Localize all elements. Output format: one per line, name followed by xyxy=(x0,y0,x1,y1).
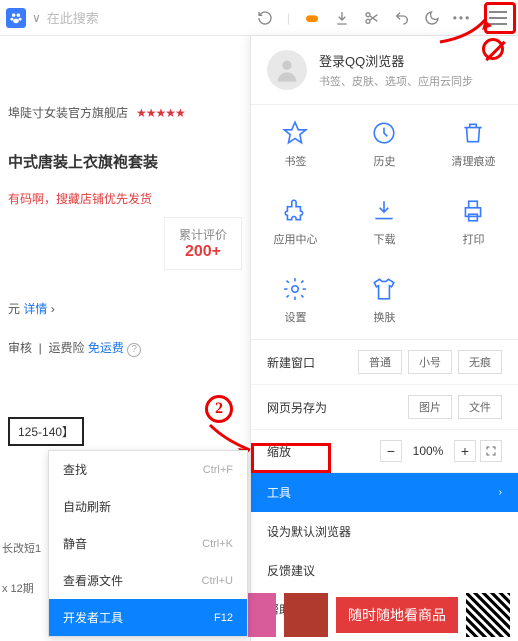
metric-label: 累计评价 xyxy=(179,226,227,243)
login-row[interactable]: 登录QQ浏览器 书签、皮肤、选项、应用云同步 xyxy=(251,36,518,105)
new-window-label: 新建窗口 xyxy=(267,354,315,371)
star-icon xyxy=(281,119,309,147)
detail-link[interactable]: 详情 xyxy=(23,302,47,316)
chevron-right-icon: › xyxy=(499,487,502,498)
feedback-menu-item[interactable]: 反馈建议 xyxy=(251,551,518,590)
new-window-row: 新建窗口 普通 小号 无痕 xyxy=(251,340,518,385)
more-icon[interactable]: ••• xyxy=(454,10,470,26)
hamburger-menu-button[interactable] xyxy=(484,4,512,32)
menu-icon-grid: 书签 历史 清理痕迹 应用中心 下载 打印 设置 换肤 xyxy=(251,105,518,340)
clock-icon xyxy=(370,119,398,147)
tools-submenu: 查找Ctrl+F 自动刷新 静音Ctrl+K 查看源文件Ctrl+U 开发者工具… xyxy=(48,450,248,637)
moon-icon[interactable] xyxy=(424,10,440,26)
zoom-out-button[interactable]: − xyxy=(380,440,402,462)
annotation-circle-1 xyxy=(482,38,504,60)
tools-label: 工具 xyxy=(267,484,291,501)
menu-bookmarks[interactable]: 书签 xyxy=(251,105,340,183)
menu-label: 书签 xyxy=(284,153,306,169)
window-incognito-button[interactable]: 无痕 xyxy=(458,350,502,374)
banner-thumb-2[interactable] xyxy=(284,593,328,637)
menu-app-center[interactable]: 应用中心 xyxy=(251,183,340,261)
menu-label: 打印 xyxy=(462,231,484,247)
submenu-mute[interactable]: 静音Ctrl+K xyxy=(49,525,247,562)
gear-icon xyxy=(281,275,309,303)
metric-value: 200+ xyxy=(179,243,227,261)
menu-label: 历史 xyxy=(373,153,395,169)
menu-label: 设置 xyxy=(284,309,306,325)
menu-skin[interactable]: 换肤 xyxy=(340,261,429,339)
avatar-icon xyxy=(267,50,307,90)
free-shipping[interactable]: 免运费 xyxy=(88,341,124,355)
star-rating-icon: ★★★★★ xyxy=(136,106,185,120)
menu-clear-traces[interactable]: 清理痕迹 xyxy=(429,105,518,183)
download-icon[interactable] xyxy=(334,10,350,26)
submenu-auto-refresh[interactable]: 自动刷新 xyxy=(49,488,247,525)
submenu-view-source[interactable]: 查看源文件Ctrl+U xyxy=(49,562,247,599)
shipping-row: 审核 | 运费险 免运费 ? xyxy=(8,339,242,357)
menu-print[interactable]: 打印 xyxy=(429,183,518,261)
search-box[interactable]: ∨ 在此搜索 xyxy=(6,8,251,28)
menu-downloads[interactable]: 下载 xyxy=(340,183,429,261)
qr-code-icon[interactable] xyxy=(466,593,510,637)
scissors-icon[interactable] xyxy=(364,10,380,26)
menu-label: 清理痕迹 xyxy=(451,153,495,169)
refresh-icon[interactable] xyxy=(257,10,273,26)
login-title: 登录QQ浏览器 xyxy=(319,51,473,70)
window-small-button[interactable]: 小号 xyxy=(408,350,452,374)
crumb-2: x 12期 xyxy=(2,580,34,596)
sale-banner: 随时随地看商品 xyxy=(224,589,518,641)
set-default-menu-item[interactable]: 设为默认浏览器 xyxy=(251,512,518,551)
undo-icon[interactable] xyxy=(394,10,410,26)
zoom-row: 缩放 − 100% + xyxy=(251,430,518,473)
shirt-icon xyxy=(370,275,398,303)
submenu-find[interactable]: 查找Ctrl+F xyxy=(49,451,247,488)
browser-menu-panel: 登录QQ浏览器 书签、皮肤、选项、应用云同步 书签 历史 清理痕迹 应用中心 下… xyxy=(250,36,518,641)
save-image-button[interactable]: 图片 xyxy=(408,395,452,419)
zoom-value: 100% xyxy=(406,444,450,458)
paw-logo-icon xyxy=(6,8,26,28)
puzzle-icon xyxy=(281,197,309,225)
detail-row: 元 详情 › xyxy=(8,300,242,317)
size-chip[interactable]: 125-140】 xyxy=(8,417,84,446)
menu-label: 应用中心 xyxy=(273,231,317,247)
game-icon[interactable] xyxy=(304,10,320,26)
save-as-label: 网页另存为 xyxy=(267,399,327,416)
zoom-in-button[interactable]: + xyxy=(454,440,476,462)
menu-settings[interactable]: 设置 xyxy=(251,261,340,339)
zoom-label: 缩放 xyxy=(267,443,291,460)
tools-menu-item[interactable]: 工具 › xyxy=(251,473,518,512)
menu-history[interactable]: 历史 xyxy=(340,105,429,183)
window-normal-button[interactable]: 普通 xyxy=(358,350,402,374)
search-placeholder[interactable]: 在此搜索 xyxy=(47,8,99,27)
store-name[interactable]: 埠陡寸女装官方旗舰店 xyxy=(8,104,128,121)
review-count-box[interactable]: 累计评价 200+ xyxy=(164,217,242,270)
menu-label: 换肤 xyxy=(373,309,395,325)
login-subtitle: 书签、皮肤、选项、应用云同步 xyxy=(319,73,473,89)
banner-text[interactable]: 随时随地看商品 xyxy=(336,597,458,633)
print-icon xyxy=(459,197,487,225)
product-title: 中式唐装上衣旗袍套装 xyxy=(8,151,242,172)
info-icon[interactable]: ? xyxy=(127,343,141,357)
menu-label: 下载 xyxy=(373,231,395,247)
save-file-button[interactable]: 文件 xyxy=(458,395,502,419)
fullscreen-button[interactable] xyxy=(480,440,502,462)
crumb-1: 长改短1 xyxy=(2,540,41,556)
browser-topbar: ∨ 在此搜索 | ••• xyxy=(0,0,518,36)
promo-text: 有码啊，搜藏店铺优先发货 xyxy=(8,190,242,207)
download-icon xyxy=(370,197,398,225)
submenu-dev-tools[interactable]: 开发者工具F12 xyxy=(49,599,247,636)
dropdown-chevron-icon[interactable]: ∨ xyxy=(32,11,41,25)
topbar-actions: | ••• xyxy=(257,4,512,32)
trash-icon xyxy=(459,119,487,147)
save-as-row: 网页另存为 图片 文件 xyxy=(251,385,518,430)
